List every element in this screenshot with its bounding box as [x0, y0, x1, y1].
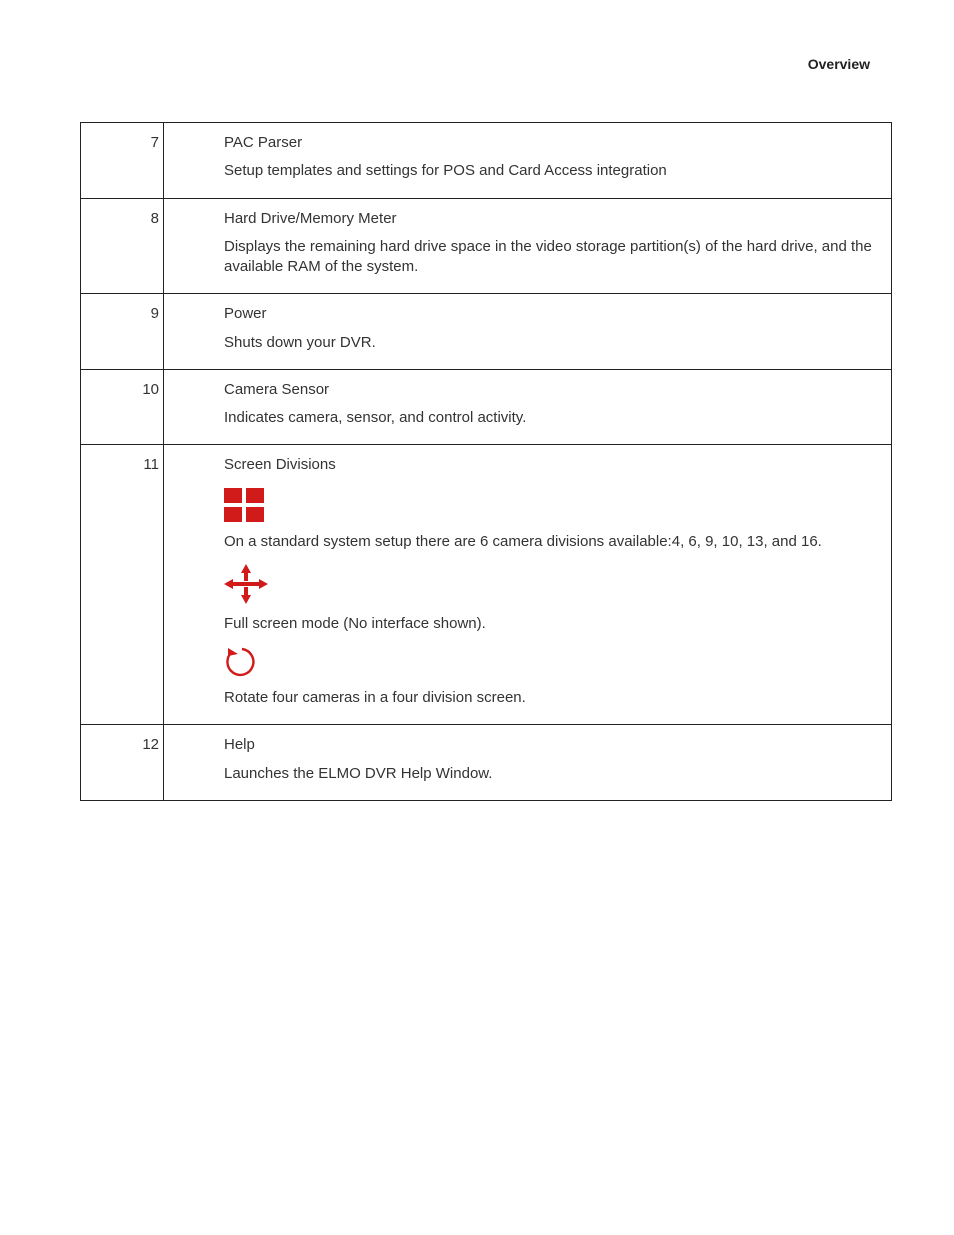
row-content: Hard Drive/Memory Meter Displays the rem…	[164, 198, 892, 294]
table-row: 7 PAC Parser Setup templates and setting…	[81, 123, 892, 199]
fullscreen-arrows-icon	[224, 564, 881, 604]
page-header: Overview	[808, 56, 870, 72]
row-title: Camera Sensor	[224, 380, 881, 400]
row-number: 9	[81, 294, 164, 370]
table-row: 11 Screen Divisions On a standard system…	[81, 445, 892, 725]
row-title: PAC Parser	[224, 133, 881, 153]
row-number: 8	[81, 198, 164, 294]
table-row: 10 Camera Sensor Indicates camera, senso…	[81, 369, 892, 445]
row-title: Power	[224, 304, 881, 324]
row-content: PAC Parser Setup templates and settings …	[164, 123, 892, 199]
grid-4-icon	[224, 488, 881, 522]
row-desc: Launches the ELMO DVR Help Window.	[224, 764, 881, 784]
row-desc: Setup templates and settings for POS and…	[224, 161, 881, 181]
row-desc: Indicates camera, sensor, and control ac…	[224, 408, 881, 428]
table-row: 9 Power Shuts down your DVR.	[81, 294, 892, 370]
overview-table: 7 PAC Parser Setup templates and setting…	[80, 122, 892, 801]
row-desc: On a standard system setup there are 6 c…	[224, 532, 881, 552]
row-content: Camera Sensor Indicates camera, sensor, …	[164, 369, 892, 445]
rotate-icon	[224, 646, 881, 678]
table-row: 8 Hard Drive/Memory Meter Displays the r…	[81, 198, 892, 294]
row-content: Screen Divisions On a standard system se…	[164, 445, 892, 725]
row-content: Help Launches the ELMO DVR Help Window.	[164, 725, 892, 801]
table-row: 12 Help Launches the ELMO DVR Help Windo…	[81, 725, 892, 801]
row-number: 7	[81, 123, 164, 199]
row-number: 11	[81, 445, 164, 725]
row-desc: Full screen mode (No interface shown).	[224, 614, 881, 634]
row-desc: Shuts down your DVR.	[224, 333, 881, 353]
row-desc: Displays the remaining hard drive space …	[224, 237, 881, 278]
row-number: 10	[81, 369, 164, 445]
row-content: Power Shuts down your DVR.	[164, 294, 892, 370]
row-title: Screen Divisions	[224, 455, 881, 475]
row-desc: Rotate four cameras in a four division s…	[224, 688, 881, 708]
header-title: Overview	[808, 56, 870, 72]
row-title: Help	[224, 735, 881, 755]
row-number: 12	[81, 725, 164, 801]
row-title: Hard Drive/Memory Meter	[224, 209, 881, 229]
